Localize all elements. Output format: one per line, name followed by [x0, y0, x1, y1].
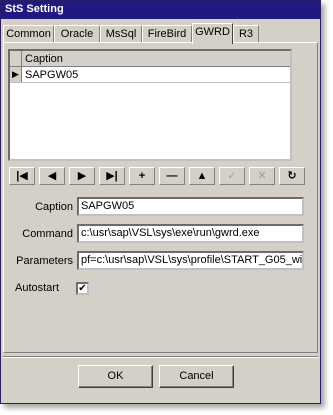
last-record-icon: ▶|: [106, 170, 118, 182]
ok-button[interactable]: OK: [78, 365, 153, 388]
table-row[interactable]: ▶ SAPGW05: [10, 67, 291, 83]
tab-strip: Common Oracle MsSql FireBird GWRD R3: [3, 23, 320, 44]
nav-edit-button[interactable]: ▲: [189, 167, 215, 185]
command-label: Command: [22, 228, 73, 240]
tab-oracle[interactable]: Oracle: [54, 25, 100, 43]
plus-icon: +: [138, 170, 146, 182]
caption-field[interactable]: SAPGW05: [77, 197, 304, 216]
prior-record-icon: ◀: [47, 170, 57, 182]
tab-r3[interactable]: R3: [233, 25, 259, 43]
nav-delete-button[interactable]: —: [159, 167, 185, 185]
db-navigator: |◀ ◀ ▶ ▶| + — ▲ ✓ ✕ ↻: [9, 167, 311, 185]
nav-prior-button[interactable]: ◀: [39, 167, 65, 185]
edit-icon: ▲: [196, 170, 208, 182]
parameters-field[interactable]: pf=c:\usr\sap\VSL\sys\profile\START_G05_…: [77, 251, 304, 270]
column-header-caption[interactable]: Caption: [25, 52, 63, 66]
caption-label: Caption: [35, 201, 73, 213]
nav-insert-button[interactable]: +: [129, 167, 155, 185]
nav-post-button[interactable]: ✓: [219, 167, 245, 185]
nav-next-button[interactable]: ▶: [69, 167, 95, 185]
checkmark-icon: ✔: [78, 283, 87, 294]
command-field[interactable]: c:\usr\sap\VSL\sys\exe\run\gwrd.exe: [77, 224, 304, 243]
settings-window: StS Setting Common Oracle MsSql FireBird…: [0, 0, 321, 404]
cancel-button[interactable]: Cancel: [159, 365, 234, 388]
tab-common[interactable]: Common: [3, 25, 54, 43]
refresh-icon: ↻: [287, 170, 297, 182]
tab-mssql[interactable]: MsSql: [100, 25, 142, 43]
parameters-label: Parameters: [16, 255, 73, 267]
entries-grid[interactable]: Caption ▶ SAPGW05: [8, 49, 292, 161]
autostart-label: Autostart: [15, 282, 60, 294]
check-icon: ✓: [227, 170, 237, 182]
nav-first-button[interactable]: |◀: [9, 167, 35, 185]
close-icon: ✕: [257, 170, 267, 182]
minus-icon: —: [166, 170, 178, 182]
title-bar[interactable]: StS Setting: [1, 1, 320, 19]
first-record-icon: |◀: [16, 170, 28, 182]
autostart-checkbox[interactable]: ✔: [76, 282, 89, 295]
current-row-indicator-icon: ▶: [10, 67, 22, 82]
nav-last-button[interactable]: ▶|: [99, 167, 125, 185]
window-title: StS Setting: [5, 3, 64, 15]
grid-header: Caption: [10, 51, 290, 67]
nav-cancel-button[interactable]: ✕: [249, 167, 275, 185]
grid-indicator-header: [10, 51, 22, 67]
tab-firebird[interactable]: FireBird: [142, 25, 192, 43]
nav-refresh-button[interactable]: ↻: [279, 167, 305, 185]
tab-gwrd[interactable]: GWRD: [192, 23, 233, 44]
next-record-icon: ▶: [77, 170, 87, 182]
divider: [3, 356, 318, 358]
grid-cell-caption[interactable]: SAPGW05: [25, 68, 78, 82]
